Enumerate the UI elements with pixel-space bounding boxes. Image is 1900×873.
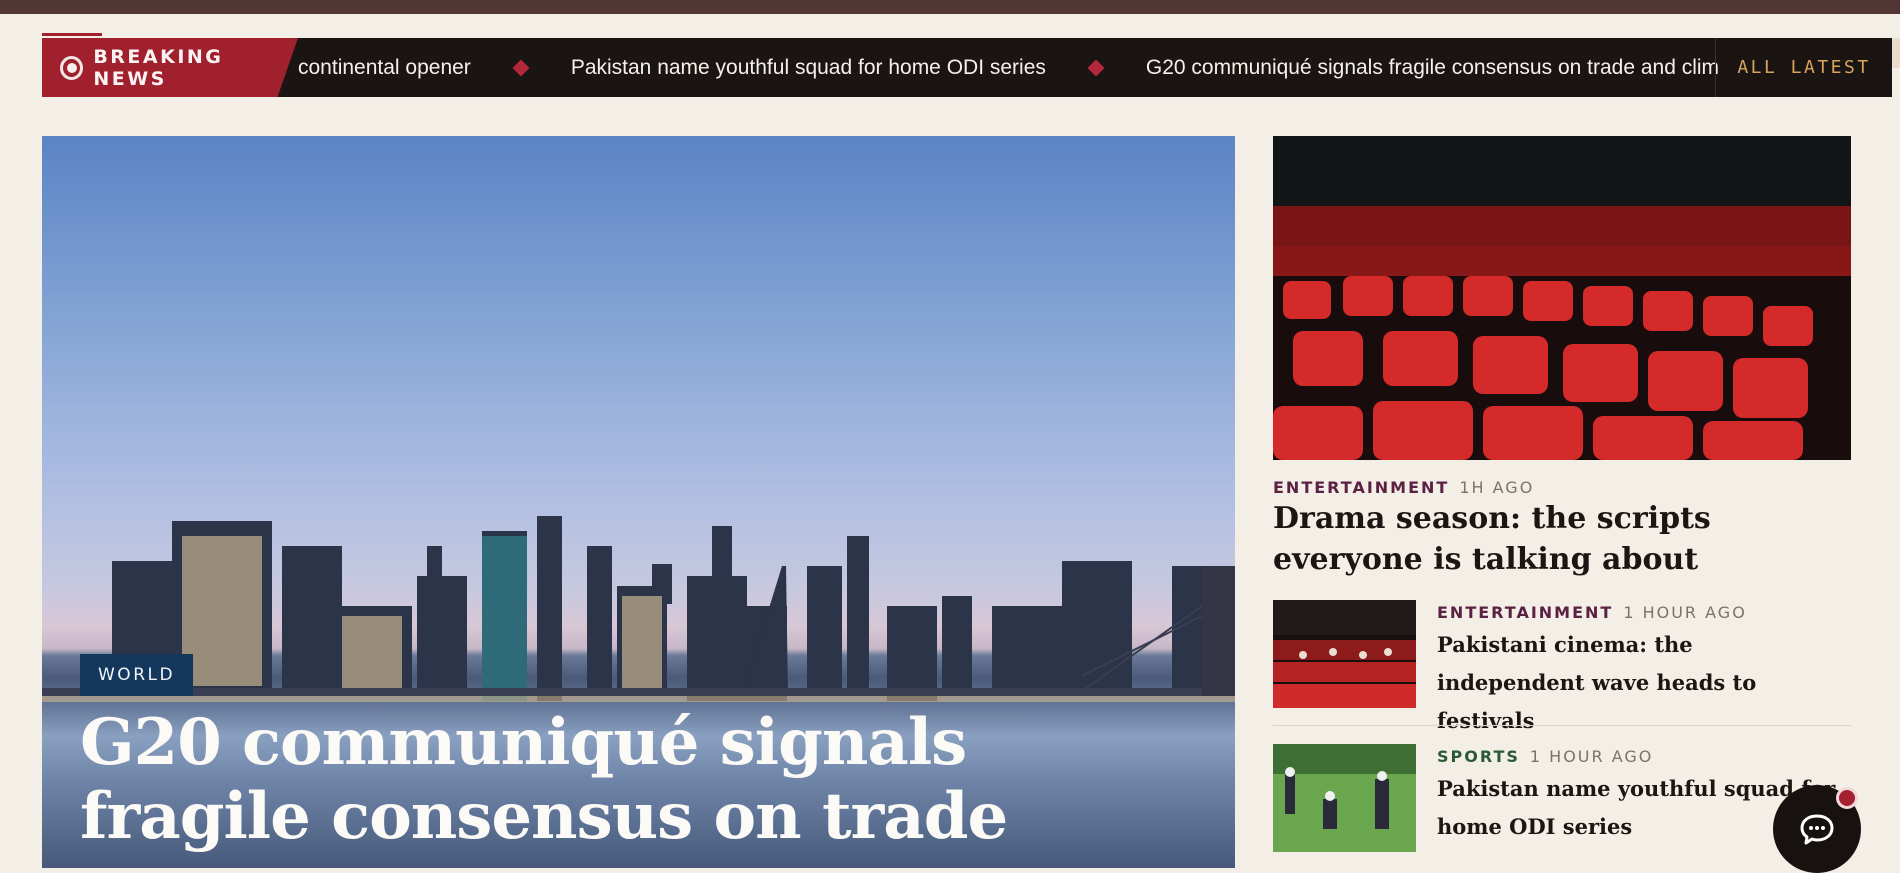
diamond-separator-icon	[1087, 59, 1105, 76]
ticker-item[interactable]: Pakistan name youthful squad for home OD…	[571, 56, 1046, 80]
theater-seats-image	[1273, 136, 1851, 460]
featured-meta: ENTERTAINMENT 1H AGO	[1273, 478, 1534, 497]
list-item[interactable]: ENTERTAINMENT 1 HOUR AGO Pakistani cinema…	[1273, 600, 1853, 733]
all-latest-link[interactable]: ALL LATEST	[1715, 38, 1892, 97]
cricket-thumbnail-image	[1273, 744, 1416, 852]
chat-icon	[1800, 814, 1834, 845]
ticker-track: continental opener Pakistan name youthfu…	[298, 38, 1758, 97]
story-headline[interactable]: Pakistani cinema: the independent wave h…	[1437, 626, 1847, 740]
breaking-news-label: BREAKING NEWS	[93, 45, 224, 90]
featured-story-image[interactable]	[1273, 136, 1851, 460]
story-meta: SPORTS 1 HOUR AGO	[1437, 747, 1653, 766]
scrollbar-thumb[interactable]	[1892, 38, 1900, 68]
diamond-separator-icon	[512, 59, 530, 76]
accent-line	[42, 33, 102, 36]
cinema-thumbnail-image	[1273, 600, 1416, 708]
hero-story[interactable]: WORLD G20 communiqué signals fragile con…	[42, 136, 1235, 868]
category-tag-world[interactable]: WORLD	[80, 654, 194, 696]
live-dot-icon	[60, 55, 84, 80]
hero-headline[interactable]: G20 communiqué signals fragile consensus…	[80, 706, 1080, 854]
story-meta: ENTERTAINMENT 1 HOUR AGO	[1437, 603, 1747, 622]
ticker-item[interactable]: continental opener	[298, 56, 471, 80]
list-item[interactable]: SPORTS 1 HOUR AGO Pakistan name youthful …	[1273, 744, 1853, 852]
featured-headline[interactable]: Drama season: the scripts everyone is ta…	[1273, 498, 1833, 580]
divider	[1273, 725, 1851, 726]
category-label[interactable]: SPORTS	[1437, 747, 1520, 766]
ticker-item[interactable]: G20 communiqué signals fragile consensus…	[1146, 56, 1719, 80]
timestamp: 1 HOUR AGO	[1623, 603, 1747, 622]
breaking-news-ticker: BREAKING NEWS continental opener Pakista…	[42, 38, 1892, 97]
category-label[interactable]: ENTERTAINMENT	[1437, 603, 1613, 622]
top-bar	[0, 0, 1900, 14]
notification-badge	[1836, 787, 1858, 809]
timestamp: 1 HOUR AGO	[1529, 747, 1654, 766]
story-thumbnail[interactable]	[1273, 744, 1416, 852]
breaking-news-badge: BREAKING NEWS	[42, 38, 298, 97]
timestamp: 1H AGO	[1459, 478, 1535, 497]
category-label[interactable]: ENTERTAINMENT	[1273, 478, 1449, 497]
story-thumbnail[interactable]	[1273, 600, 1416, 708]
